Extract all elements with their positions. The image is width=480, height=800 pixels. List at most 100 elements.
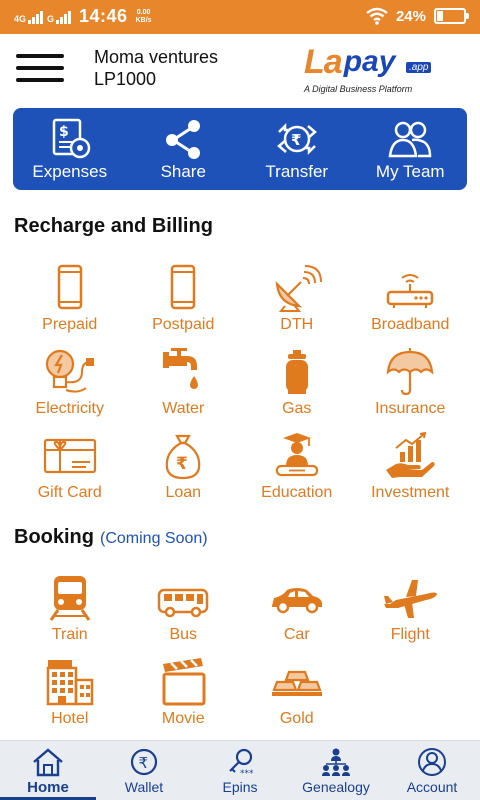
booking-train[interactable]: Train (13, 568, 127, 652)
service-water[interactable]: Water (127, 342, 241, 426)
service-education[interactable]: Education (240, 426, 354, 510)
hamburger-menu-icon[interactable] (16, 54, 64, 84)
logo-tagline: A Digital Business Platform (304, 84, 413, 94)
service-label: Insurance (375, 400, 446, 417)
quick-action-label: My Team (375, 162, 445, 181)
lapay-logo: La pay .app A Digital Business Platform (296, 42, 442, 98)
graduation-icon (275, 433, 318, 477)
investment-hand-icon (386, 432, 435, 478)
status-right: 24% (366, 7, 469, 25)
expenses-icon: $ (52, 118, 90, 159)
quick-action-label: Transfer (265, 162, 329, 181)
account-icon (418, 748, 446, 776)
booking-label: Car (283, 626, 310, 643)
svg-text:₹: ₹ (139, 754, 149, 772)
booking-label: Gold (279, 710, 314, 727)
nav-genealogy[interactable]: Genealogy (288, 741, 384, 800)
service-label: Education (261, 484, 333, 501)
bottom-navigation: Home ₹ Wallet *** Epins Genealogy Accoun… (0, 740, 480, 800)
quick-action-label: Expenses (32, 162, 108, 181)
service-label: Water (162, 400, 205, 417)
service-broadband[interactable]: Broadband (354, 258, 468, 342)
nav-wallet[interactable]: ₹ Wallet (96, 741, 192, 800)
speed-value: 0.00 (136, 8, 151, 16)
quick-action-transfer[interactable]: ₹ Transfer (240, 108, 354, 190)
logo-la: La (304, 42, 343, 81)
service-gas[interactable]: Gas (240, 342, 354, 426)
genealogy-icon (322, 748, 350, 776)
nav-label: Genealogy (302, 779, 370, 795)
account-info: Moma ventures LP1000 (94, 46, 218, 90)
service-label: Gas (282, 400, 312, 417)
service-label: DTH (280, 316, 314, 333)
quick-action-label: Share (160, 162, 206, 181)
mobile-icon (171, 264, 196, 310)
booking-movie[interactable]: Movie (127, 652, 241, 736)
booking-bus[interactable]: Bus (127, 568, 241, 652)
home-icon (33, 748, 63, 777)
share-icon (166, 120, 201, 159)
status-bar: 4G G 14:46 0.00 KB/s 24% (0, 0, 480, 34)
status-left: 4G G 14:46 0.00 KB/s (14, 6, 152, 27)
service-label: Broadband (371, 316, 450, 333)
nav-label: Epins (222, 779, 258, 795)
svg-text:***: *** (240, 769, 254, 777)
booking-flight[interactable]: Flight (354, 568, 468, 652)
signal-icon: 4G G (14, 10, 72, 24)
service-label: Investment (371, 484, 450, 501)
service-postpaid[interactable]: Postpaid (127, 258, 241, 342)
recharge-section-title: Recharge and Billing (14, 215, 213, 237)
service-dth[interactable]: DTH (240, 258, 354, 342)
quick-action-share[interactable]: Share (127, 108, 241, 190)
service-insurance[interactable]: Insurance (354, 342, 468, 426)
coming-soon-note: (Coming Soon) (100, 530, 208, 547)
logo-app: .app (406, 62, 432, 73)
service-electricity[interactable]: Electricity (13, 342, 127, 426)
booking-gold[interactable]: Gold (240, 652, 354, 736)
booking-car[interactable]: Car (240, 568, 354, 652)
network-2-label: G (47, 13, 55, 24)
booking-label: Train (51, 626, 88, 643)
booking-label: Movie (161, 710, 205, 727)
train-icon (49, 576, 90, 621)
service-label: Prepaid (42, 316, 98, 333)
gas-cylinder-icon (285, 350, 308, 394)
service-label: Loan (165, 484, 202, 501)
app-header: Moma ventures LP1000 La pay .app A Digit… (0, 34, 480, 102)
airplane-icon (384, 580, 438, 618)
key-pin-icon: *** (229, 748, 254, 777)
rupee-transfer-icon: ₹ (276, 122, 317, 156)
wifi-icon (366, 7, 388, 25)
bulb-plug-icon (45, 349, 94, 393)
svg-text:$: $ (59, 124, 69, 140)
bus-icon (158, 588, 209, 618)
nav-home[interactable]: Home (0, 741, 96, 800)
mobile-icon (57, 264, 82, 310)
account-id: LP1000 (94, 69, 157, 89)
network-1-label: 4G (14, 13, 27, 24)
service-prepaid[interactable]: Prepaid (13, 258, 127, 342)
water-tap-icon (163, 348, 199, 389)
rupee-bag-icon: ₹ (165, 434, 201, 480)
booking-hotel[interactable]: Hotel (13, 652, 127, 736)
gift-card-icon (43, 438, 96, 474)
booking-label: Bus (169, 626, 198, 643)
car-icon (271, 588, 322, 614)
nav-epins[interactable]: *** Epins (192, 741, 288, 800)
speed-unit: KB/s (135, 16, 152, 24)
team-icon (388, 121, 432, 158)
umbrella-icon (386, 348, 434, 396)
recharge-grid: Prepaid Postpaid DTH Broadband Electrici… (13, 258, 467, 510)
service-investment[interactable]: Investment (354, 426, 468, 510)
battery-percent: 24% (395, 7, 426, 25)
rupee-wallet-icon: ₹ (130, 748, 158, 776)
quick-action-expenses[interactable]: $ Expenses (13, 108, 127, 190)
booking-section-title: Booking (Coming Soon) (14, 526, 208, 549)
nav-account[interactable]: Account (384, 741, 480, 800)
service-gift-card[interactable]: Gift Card (13, 426, 127, 510)
svg-text:₹: ₹ (291, 131, 301, 149)
service-label: Gift Card (37, 484, 102, 501)
service-loan[interactable]: ₹ Loan (127, 426, 241, 510)
quick-action-my-team[interactable]: My Team (354, 108, 468, 190)
clapperboard-icon (162, 658, 206, 706)
